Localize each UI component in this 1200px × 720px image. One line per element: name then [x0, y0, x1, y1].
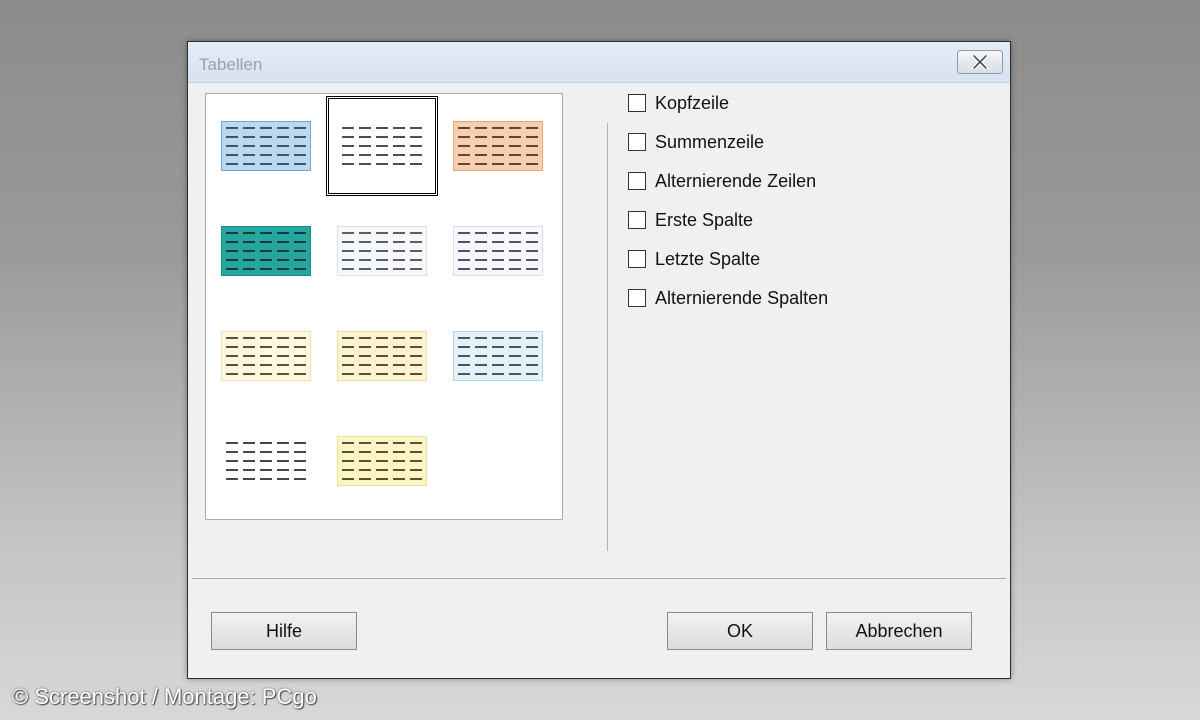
table-style-preview-icon: [337, 121, 427, 171]
table-style-cream[interactable]: [210, 306, 322, 406]
option-label: Alternierende Spalten: [655, 287, 829, 308]
option-row[interactable]: Summenzeile: [628, 131, 764, 153]
close-icon: [972, 55, 988, 69]
horizontal-divider: [192, 578, 1006, 579]
table-style-preview-icon: [221, 121, 311, 171]
help-button-label: Hilfe: [265, 620, 302, 641]
table-style-plain[interactable]: [326, 96, 438, 196]
option-checkbox[interactable]: [628, 172, 646, 190]
option-row[interactable]: Alternierende Zeilen: [628, 170, 816, 192]
option-checkbox[interactable]: [628, 211, 646, 229]
option-checkbox[interactable]: [628, 133, 646, 151]
table-style-preview-icon: [337, 226, 427, 276]
table-style-preview-icon: [453, 121, 543, 171]
table-style-yellow[interactable]: [326, 411, 438, 511]
table-style-teal[interactable]: [210, 201, 322, 301]
table-style-lavender[interactable]: [442, 201, 554, 301]
table-style-preview-icon: [453, 331, 543, 381]
table-style-orange[interactable]: [442, 96, 554, 196]
table-styles-dialog: Tabellen Kopfzeile Summenzeile Alternieren…: [187, 41, 1011, 679]
table-style-light-gray[interactable]: [326, 201, 438, 301]
cancel-button-label: Abbrechen: [855, 620, 943, 641]
option-row[interactable]: Alternierende Spalten: [628, 287, 828, 309]
table-style-preview-icon: [337, 436, 427, 486]
option-row[interactable]: Letzte Spalte: [628, 248, 760, 270]
option-label: Letzte Spalte: [655, 248, 761, 269]
table-style-light-yellow[interactable]: [326, 306, 438, 406]
vertical-divider: [607, 123, 608, 551]
option-checkbox[interactable]: [628, 289, 646, 307]
close-button[interactable]: [957, 50, 1003, 74]
option-row[interactable]: Erste Spalte: [628, 209, 753, 231]
ok-button[interactable]: OK: [667, 612, 813, 650]
table-style-gallery: [205, 93, 563, 520]
option-row[interactable]: Kopfzeile: [628, 92, 729, 114]
dialog-titlebar: Tabellen: [188, 42, 1010, 83]
table-style-preview-icon: [221, 226, 311, 276]
option-label: Summenzeile: [655, 131, 765, 152]
table-style-preview-icon: [337, 331, 427, 381]
option-checkbox[interactable]: [628, 94, 646, 112]
option-checkbox[interactable]: [628, 250, 646, 268]
table-style-preview-icon: [221, 331, 311, 381]
table-style-blue[interactable]: [210, 96, 322, 196]
option-label: Erste Spalte: [655, 209, 754, 230]
table-style-light-blue[interactable]: [442, 306, 554, 406]
table-style-preview-icon: [453, 226, 543, 276]
table-style-white-black[interactable]: [210, 411, 322, 511]
dialog-title: Tabellen: [199, 55, 263, 74]
help-button[interactable]: Hilfe: [211, 612, 357, 650]
table-style-preview-icon: [221, 436, 311, 486]
option-label: Alternierende Zeilen: [655, 170, 817, 191]
ok-button-label: OK: [726, 620, 753, 641]
copyright-watermark: © Screenshot / Montage: PCgo: [12, 684, 317, 709]
cancel-button[interactable]: Abbrechen: [826, 612, 972, 650]
option-label: Kopfzeile: [655, 92, 730, 113]
